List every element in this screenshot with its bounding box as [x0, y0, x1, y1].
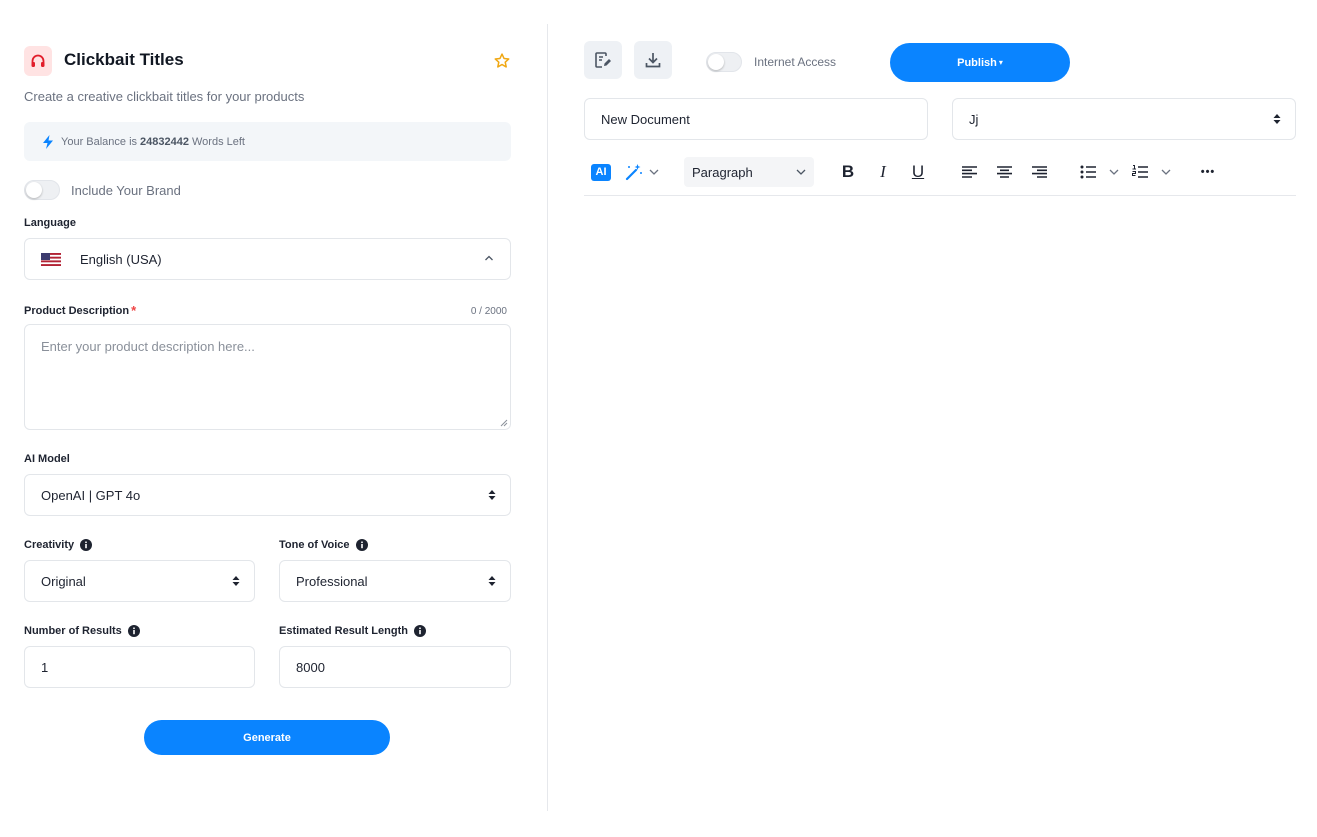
- align-left-button[interactable]: [958, 157, 980, 187]
- publish-button[interactable]: Publish ▾: [890, 43, 1070, 82]
- result-length-label-text: Estimated Result Length: [279, 625, 408, 637]
- tone-of-voice-select[interactable]: Professional: [279, 560, 511, 602]
- paragraph-style-select[interactable]: Paragraph: [684, 157, 814, 187]
- panel-divider: [547, 24, 548, 811]
- more-options-button[interactable]: •••: [1196, 157, 1220, 187]
- balance-banner: Your Balance is 24832442 Words Left: [24, 122, 511, 161]
- result-length-label: Estimated Result Length: [279, 625, 426, 637]
- star-favorite-icon[interactable]: [493, 52, 511, 70]
- language-label: Language: [24, 217, 76, 229]
- info-icon[interactable]: [413, 625, 426, 637]
- generate-button[interactable]: Generate: [144, 720, 390, 755]
- tone-of-voice-value: Professional: [296, 573, 368, 589]
- character-counter: 0 / 2000: [470, 306, 507, 317]
- language-value: English (USA): [80, 251, 162, 267]
- editor-content-area[interactable]: [584, 197, 1296, 811]
- info-icon[interactable]: [80, 539, 93, 551]
- balance-amount: 24832442: [140, 135, 189, 148]
- include-brand-toggle[interactable]: [24, 180, 60, 200]
- folder-select[interactable]: Jj: [952, 98, 1296, 140]
- result-length-value: 8000: [296, 659, 325, 675]
- product-description-placeholder: Enter your product description here...: [41, 339, 255, 354]
- result-length-input[interactable]: 8000: [279, 646, 511, 688]
- bullet-list-icon: [1080, 165, 1119, 179]
- sort-arrows-icon: [488, 576, 496, 586]
- internet-access-label: Internet Access: [754, 55, 837, 69]
- align-left-icon: [961, 166, 977, 178]
- internet-access-row: Internet Access: [706, 52, 836, 72]
- product-description-label-text: Product Description: [24, 304, 130, 317]
- required-mark: *: [131, 303, 137, 318]
- align-center-button[interactable]: [993, 157, 1015, 187]
- chevron-up-icon: [485, 255, 493, 261]
- document-name-input[interactable]: New Document: [584, 98, 928, 140]
- align-right-button[interactable]: [1028, 157, 1050, 187]
- paragraph-style-value: Paragraph: [692, 164, 753, 180]
- caret-down-icon: ▾: [998, 58, 1003, 67]
- ai-assistant-button[interactable]: AI: [591, 157, 611, 187]
- align-right-icon: [1031, 166, 1047, 178]
- download-icon: [645, 53, 661, 68]
- tone-of-voice-label-text: Tone of Voice: [279, 539, 350, 551]
- sort-arrows-icon: [232, 576, 240, 586]
- language-select[interactable]: English (USA): [24, 238, 511, 280]
- language-label-text: Language: [24, 217, 76, 229]
- sort-arrows-icon: [1273, 114, 1281, 124]
- info-icon[interactable]: [127, 625, 140, 637]
- creativity-value: Original: [41, 573, 86, 589]
- generator-form-panel: Clickbait Titles Create a creative click…: [24, 0, 511, 837]
- number-of-results-label-text: Number of Results: [24, 625, 122, 637]
- page-subtitle: Create a creative clickbait titles for y…: [24, 89, 305, 104]
- ai-badge: AI: [591, 163, 611, 181]
- folder-value: Jj: [969, 111, 979, 127]
- page-title: Clickbait Titles: [64, 50, 184, 69]
- product-description-label: Product Description *: [24, 303, 136, 318]
- number-of-results-value: 1: [41, 659, 49, 675]
- ai-model-select[interactable]: OpenAI | GPT 4o: [24, 474, 511, 516]
- sort-arrows-icon: [488, 490, 496, 500]
- number-of-results-input[interactable]: 1: [24, 646, 255, 688]
- ai-model-label-text: AI Model: [24, 453, 70, 465]
- info-icon[interactable]: [355, 539, 368, 551]
- document-edit-icon: [595, 52, 611, 68]
- include-brand-row: Include Your Brand: [24, 180, 181, 200]
- italic-button[interactable]: I: [872, 157, 894, 187]
- bullet-list-button[interactable]: [1079, 157, 1123, 187]
- balance-suffix: Words Left: [192, 135, 245, 148]
- magic-wand-button[interactable]: [624, 157, 662, 187]
- editor-toolbar: AI Paragraph B I U •••: [584, 157, 1296, 196]
- download-button[interactable]: [634, 41, 672, 79]
- ai-model-label: AI Model: [24, 453, 70, 465]
- creativity-select[interactable]: Original: [24, 560, 255, 602]
- title-row: Clickbait Titles: [24, 46, 511, 77]
- magic-wand-icon: [625, 164, 659, 181]
- bold-button[interactable]: B: [837, 157, 859, 187]
- document-name-value: New Document: [601, 111, 690, 127]
- number-of-results-label: Number of Results: [24, 625, 140, 637]
- headphones-icon: [24, 46, 52, 76]
- align-center-icon: [996, 166, 1012, 178]
- internet-access-toggle[interactable]: [706, 52, 742, 72]
- numbered-list-icon: [1132, 165, 1171, 178]
- product-description-textarea[interactable]: Enter your product description here...: [24, 324, 511, 430]
- resize-handle-icon[interactable]: [500, 419, 508, 427]
- edit-document-button[interactable]: [584, 41, 622, 79]
- underline-button[interactable]: U: [907, 157, 929, 187]
- us-flag-icon: [41, 252, 61, 266]
- numbered-list-button[interactable]: [1131, 157, 1175, 187]
- include-brand-label: Include Your Brand: [71, 182, 181, 198]
- publish-label: Publish: [957, 56, 997, 69]
- lightning-icon: [43, 134, 53, 149]
- tone-of-voice-label: Tone of Voice: [279, 539, 368, 551]
- creativity-label: Creativity: [24, 539, 93, 551]
- chevron-down-icon: [796, 169, 806, 175]
- balance-prefix: Your Balance is: [61, 135, 138, 148]
- ai-model-value: OpenAI | GPT 4o: [41, 487, 141, 503]
- creativity-label-text: Creativity: [24, 539, 75, 551]
